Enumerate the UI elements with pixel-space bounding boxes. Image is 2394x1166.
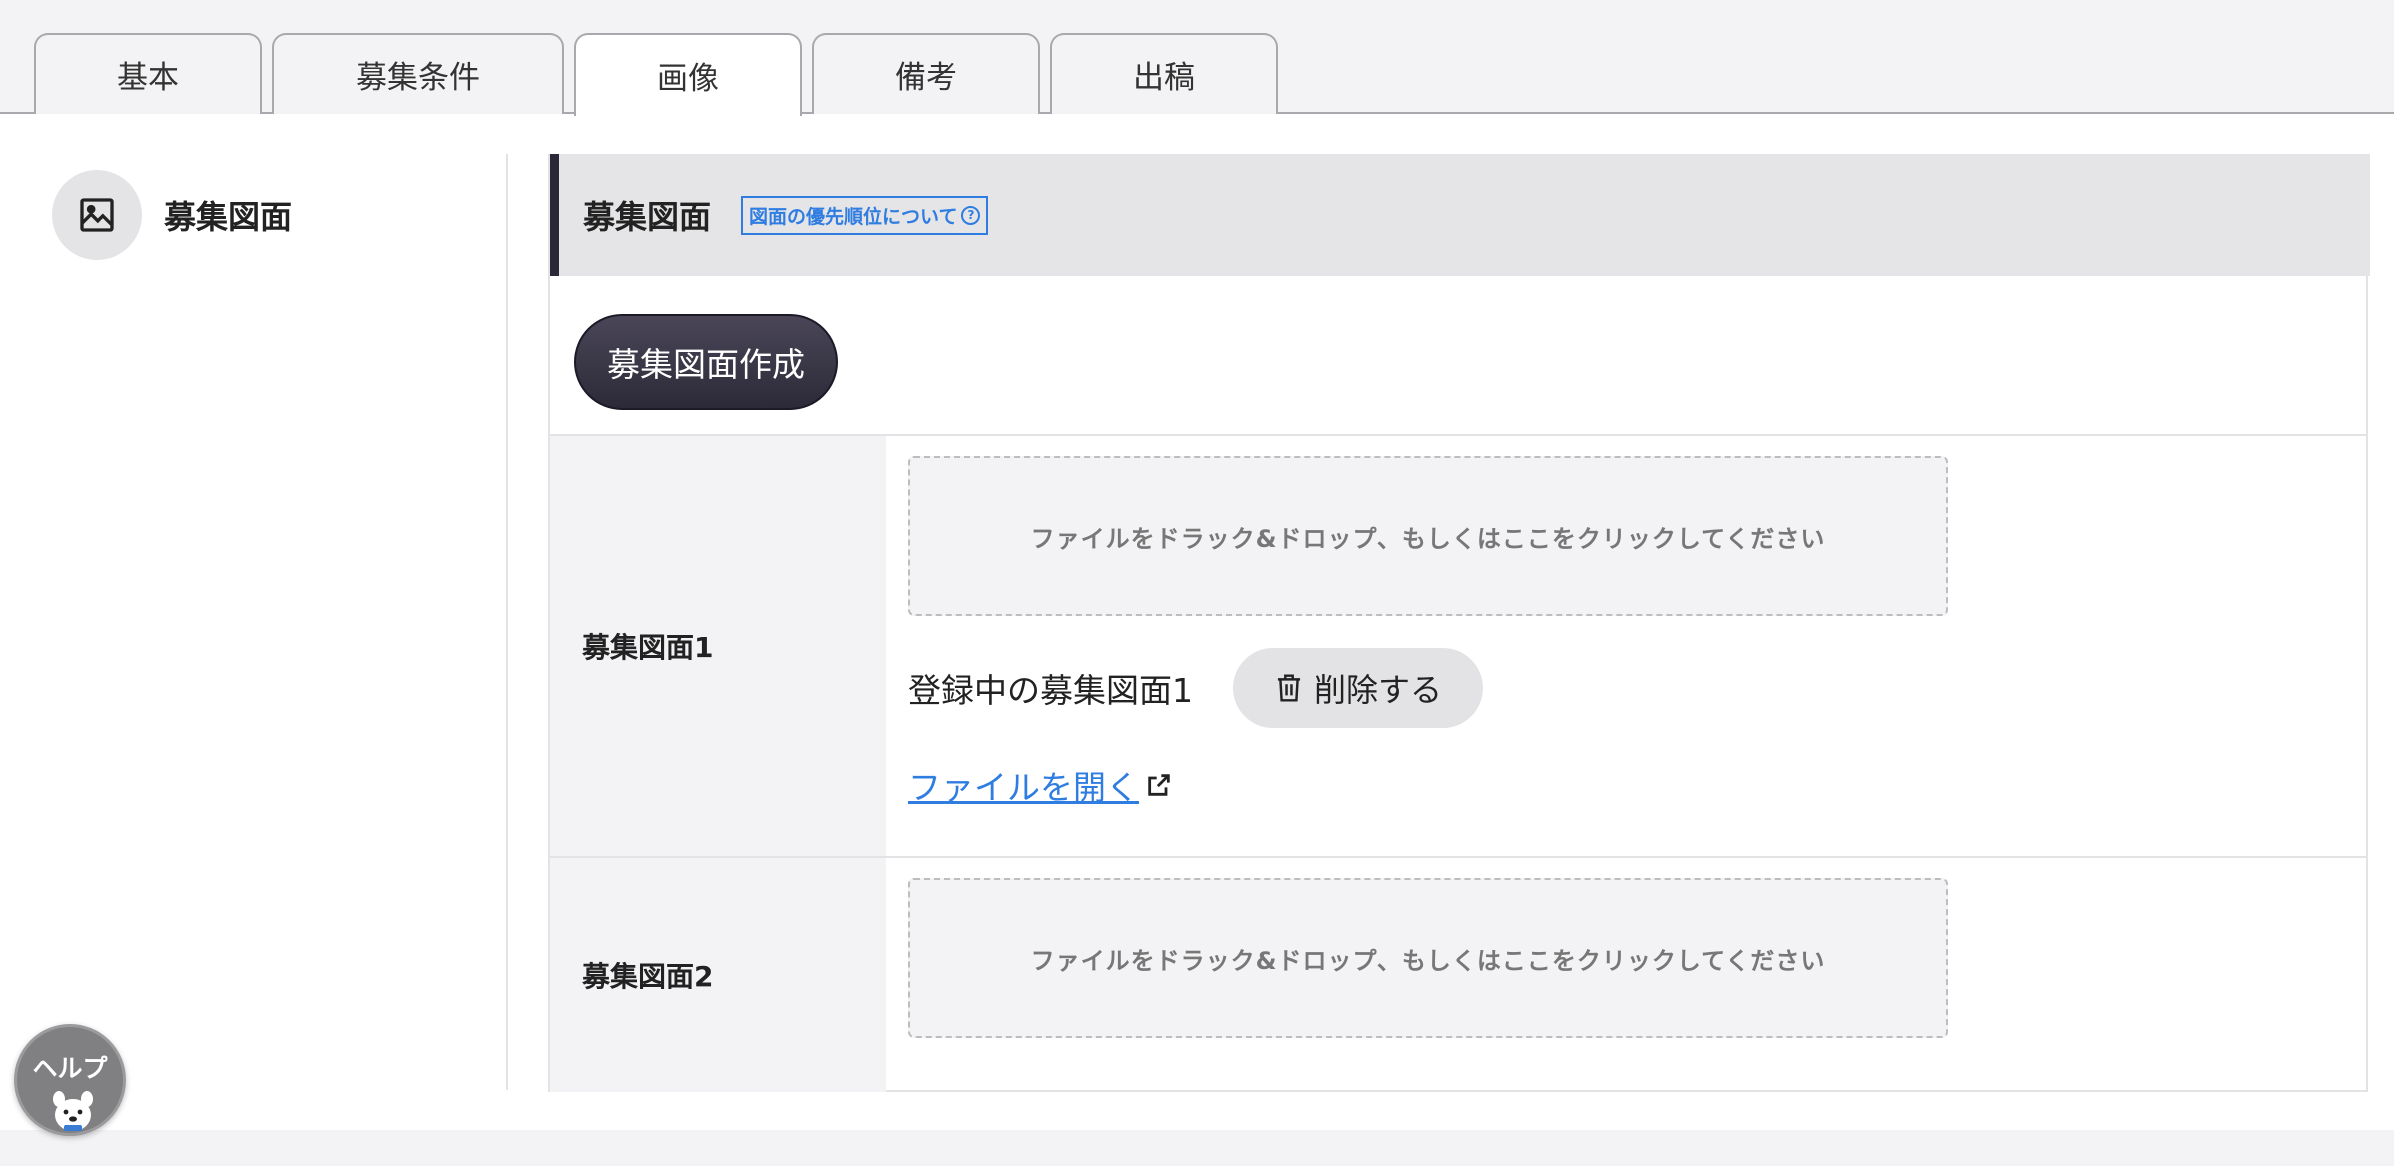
create-row: 募集図面作成 (550, 276, 2368, 436)
image-icon (52, 170, 142, 260)
open-file-label: ファイルを開く (908, 768, 1139, 807)
registered-file: 登録中の募集図面1 削除する (908, 648, 1483, 728)
tab-remarks[interactable]: 備考 (812, 33, 1040, 114)
open-file-link[interactable]: ファイルを開く (908, 761, 1173, 809)
tab-label: 出稿 (1133, 60, 1195, 96)
page: 基本 募集条件 画像 備考 出稿 募集図面 募集図面 図面の優先順位について ?… (0, 0, 2394, 1166)
row-label: 募集図面1 (550, 436, 886, 856)
section-header: 募集図面 図面の優先順位について ? (550, 154, 2370, 276)
drawing-row-1: 募集図面1 ファイルをドラック&ドロップ、もしくはここをクリックしてください 登… (550, 436, 2368, 858)
tab-label: 基本 (117, 60, 179, 96)
recruitment-drawing-panel: 募集図面 図面の優先順位について ? 募集図面作成 募集図面1 ファイルをドラッ… (548, 154, 2370, 1092)
row-label: 募集図面2 (550, 858, 886, 1092)
drawing-row-2: 募集図面2 ファイルをドラック&ドロップ、もしくはここをクリックしてください (550, 858, 2368, 1092)
tab-label: 募集条件 (356, 60, 480, 96)
tab-images[interactable]: 画像 (574, 33, 802, 116)
mascot-icon (53, 1091, 93, 1131)
tab-publish[interactable]: 出稿 (1050, 33, 1278, 114)
delete-button[interactable]: 削除する (1233, 648, 1483, 728)
help-label: ヘルプ (32, 1054, 108, 1083)
create-drawing-button[interactable]: 募集図面作成 (574, 314, 838, 410)
footer-strip (0, 1130, 2394, 1166)
tab-label: 画像 (657, 61, 719, 97)
file-dropzone[interactable]: ファイルをドラック&ドロップ、もしくはここをクリックしてください (908, 878, 1948, 1038)
divider (506, 154, 508, 1090)
tab-bar: 基本 募集条件 画像 備考 出稿 (0, 0, 2394, 116)
tab-label: 備考 (895, 60, 957, 96)
tab-basic[interactable]: 基本 (34, 33, 262, 114)
file-dropzone[interactable]: ファイルをドラック&ドロップ、もしくはここをクリックしてください (908, 456, 1948, 616)
question-icon: ? (961, 205, 981, 225)
external-link-icon (1148, 774, 1170, 796)
tab-recruitment-conditions[interactable]: 募集条件 (272, 33, 564, 114)
section-title: 募集図面 (583, 198, 712, 236)
priority-help-link[interactable]: 図面の優先順位について ? (741, 195, 989, 235)
delete-button-label: 削除する (1313, 671, 1442, 709)
trash-icon (1277, 674, 1301, 702)
sidebar-item-recruitment-drawing[interactable]: 募集図面 (52, 170, 292, 260)
help-button[interactable]: ヘルプ (14, 1024, 126, 1136)
priority-link-label: 図面の優先順位について (749, 205, 958, 228)
sidebar-item-label: 募集図面 (164, 198, 293, 236)
registered-file-label: 登録中の募集図面1 (908, 671, 1193, 710)
